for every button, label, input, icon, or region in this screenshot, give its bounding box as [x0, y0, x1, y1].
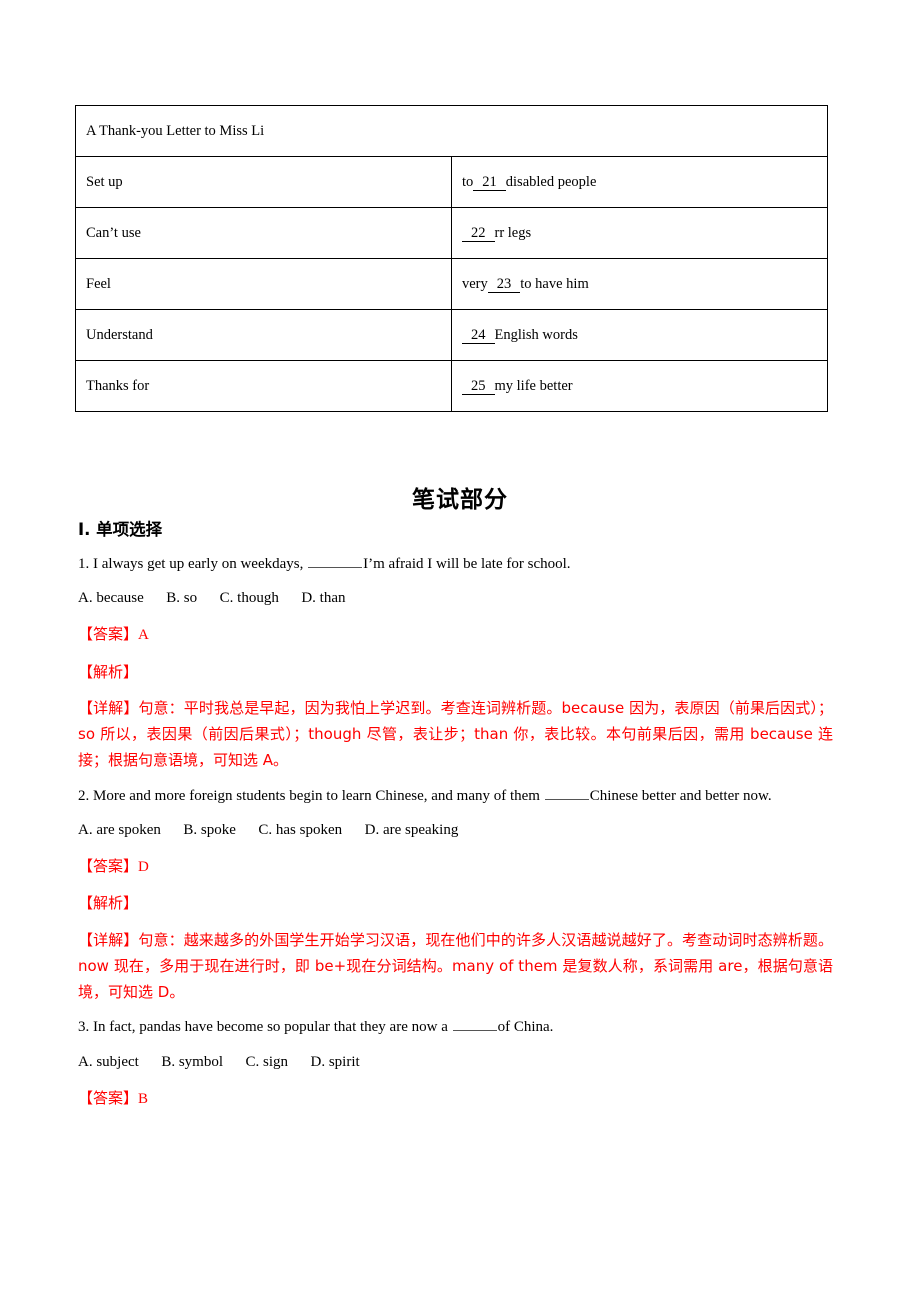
- answer-value: B: [138, 1090, 149, 1107]
- question-1-stem: 1. I always get up early on weekdays, I’…: [78, 554, 833, 574]
- table-body: A Thank-you Letter to Miss Li Set up to 2…: [75, 105, 828, 412]
- answer-value: A: [138, 627, 149, 644]
- stem-text-after: of China.: [497, 1019, 554, 1036]
- answer-blank-22: 22: [462, 225, 495, 243]
- value-suffix: rr legs: [494, 224, 532, 241]
- stem-text-after: Chinese better and better now.: [589, 787, 772, 804]
- answer-blank-24: 24: [462, 327, 495, 345]
- row-value-cell: 22 rr legs: [451, 207, 828, 259]
- answer-label: 【答案】: [78, 1088, 139, 1107]
- question-3-blank: [452, 1018, 497, 1032]
- questions-content: I. 单项选择 1. I always get up early on week…: [78, 520, 833, 1122]
- document-page: A Thank-you Letter to Miss Li Set up to 2…: [0, 0, 920, 1302]
- value-suffix: English words: [494, 326, 578, 343]
- question-3-options[interactable]: A. subject B. symbol C. sign D. spirit: [78, 1052, 833, 1072]
- row-value-cell: very 23 to have him: [451, 258, 828, 310]
- value-prefix: to: [462, 173, 474, 190]
- row-label-cell: Thanks for: [75, 360, 452, 412]
- question-2-answer: 【答案】D: [78, 853, 833, 880]
- value-suffix: disabled people: [505, 173, 597, 190]
- question-1-options[interactable]: A. because B. so C. though D. than: [78, 588, 833, 608]
- detail-text: 句意：越来越多的外国学生开始学习汉语，现在他们中的许多人汉语越说越好了。考查动词…: [78, 930, 833, 1002]
- question-1-blank: [308, 554, 363, 568]
- row-label-cell: Understand: [75, 309, 452, 361]
- thank-you-letter-table: A Thank-you Letter to Miss Li Set up to 2…: [75, 105, 828, 412]
- section-title: 笔试部分: [412, 487, 508, 513]
- row-label-cell: Feel: [75, 258, 452, 310]
- question-1-analysis-label: 【解析】: [78, 662, 139, 681]
- row-label-cell: Set up: [75, 156, 452, 208]
- detail-label: 【详解】: [78, 930, 139, 949]
- table-title-row: A Thank-you Letter to Miss Li: [75, 105, 828, 157]
- stem-text-before: 2. More and more foreign students begin …: [78, 787, 544, 804]
- subsection-heading: I. 单项选择: [78, 520, 163, 539]
- question-3-stem: 3. In fact, pandas have become so popula…: [78, 1017, 833, 1037]
- question-2-blank: [544, 786, 589, 800]
- table-row: Understand 24 English words: [75, 309, 828, 361]
- thank-you-letter-table-wrapper: A Thank-you Letter to Miss Li Set up to 2…: [75, 105, 828, 412]
- row-value-cell: 25 my life better: [451, 360, 828, 412]
- value-suffix: my life better: [494, 377, 573, 394]
- question-2-detail: 【详解】句意：越来越多的外国学生开始学习汉语，现在他们中的许多人汉语越说越好了。…: [78, 927, 833, 1006]
- answer-blank-23: 23: [487, 276, 521, 294]
- answer-blank-25: 25: [462, 378, 495, 396]
- table-row: Feel very 23 to have him: [75, 258, 828, 310]
- question-2-stem: 2. More and more foreign students begin …: [78, 786, 833, 806]
- value-suffix: to have him: [520, 275, 589, 292]
- answer-value: D: [138, 859, 149, 876]
- question-3-answer: 【答案】B: [78, 1085, 833, 1112]
- table-row: Thanks for 25 my life better: [75, 360, 828, 412]
- table-row: Can’t use 22 rr legs: [75, 207, 828, 259]
- table-row: Set up to 21 disabled people: [75, 156, 828, 208]
- question-2-options[interactable]: A. are spoken B. spoke C. has spoken D. …: [78, 820, 833, 840]
- detail-text: 句意：平时我总是早起，因为我怕上学迟到。考查连词辨析题。because 因为，表…: [78, 698, 833, 770]
- answer-blank-21: 21: [473, 174, 506, 192]
- row-value-cell: to 21 disabled people: [451, 156, 828, 208]
- question-1-detail: 【详解】句意：平时我总是早起，因为我怕上学迟到。考查连词辨析题。because …: [78, 695, 833, 774]
- answer-label: 【答案】: [78, 857, 139, 876]
- question-2-analysis-label: 【解析】: [78, 894, 139, 913]
- stem-text-after: I’m afraid I will be late for school.: [363, 555, 571, 572]
- stem-text-before: 1. I always get up early on weekdays,: [78, 555, 308, 572]
- value-prefix: very: [462, 275, 488, 292]
- row-value-cell: 24 English words: [451, 309, 828, 361]
- table-title-cell: A Thank-you Letter to Miss Li: [75, 105, 828, 157]
- answer-label: 【答案】: [78, 625, 139, 644]
- row-label-cell: Can’t use: [75, 207, 452, 259]
- detail-label: 【详解】: [78, 698, 139, 717]
- stem-text-before: 3. In fact, pandas have become so popula…: [78, 1019, 452, 1036]
- question-1-answer: 【答案】A: [78, 621, 833, 648]
